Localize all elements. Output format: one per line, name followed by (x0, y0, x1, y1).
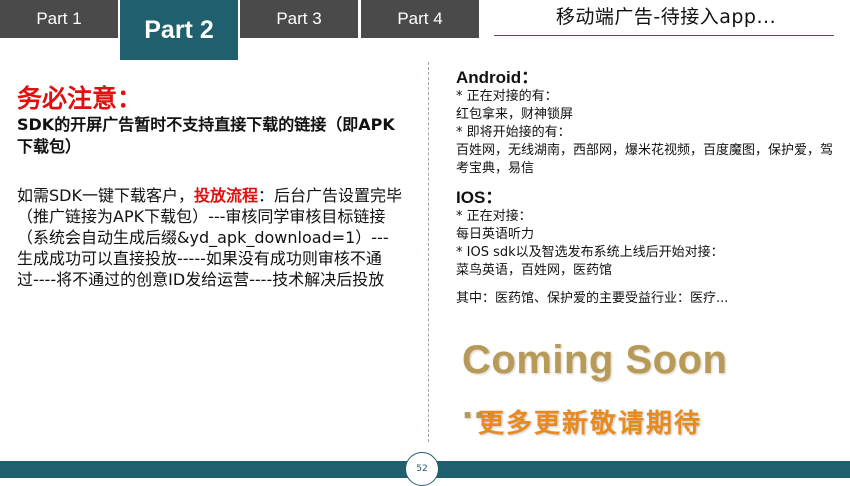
process-paragraph: 如需SDK一键下载客户，投放流程：后台广告设置完毕（推广链接为APK下载包）--… (17, 185, 402, 290)
tab-part-1[interactable]: Part 1 (0, 0, 118, 38)
page-number-badge: 52 (405, 452, 439, 486)
page-title: 移动端广告-待接入app... (555, 6, 777, 28)
left-panel: 务必注意： SDK的开屏广告暂时不支持直接下载的链接（即APK下载包） 如需SD… (17, 84, 402, 290)
header: 移动端广告-待接入app... (482, 0, 850, 40)
ios-line: * IOS sdk以及智选发布系统上线后开始对接： (456, 245, 724, 260)
more-updates-text: 更多更新敬请期待 (478, 409, 703, 439)
tab-part-2[interactable]: Part 2 (120, 0, 238, 60)
android-line: 红包拿来，财神锁屏 (456, 107, 574, 122)
warning-body: SDK的开屏广告暂时不支持直接下载的链接（即APK下载包） (17, 115, 395, 156)
android-line: * 正在对接的有： (456, 89, 558, 104)
ios-line: 每日英语听力 (456, 227, 535, 242)
industry-note: 其中：医药馆、保护爱的主要受益行业：医疗... (456, 291, 729, 306)
title-underline (494, 35, 834, 36)
ios-line: 菜鸟英语，百姓网，医药馆 (456, 263, 613, 278)
process-prefix: 如需SDK一键下载客户， (17, 186, 194, 205)
warning-title: 务必注意： (17, 85, 143, 113)
page-number: 52 (416, 464, 428, 474)
android-line: 百姓网，无线湖南，西部网，爆米花视频，百度魔图，保护爱，驾考宝典，易信 (456, 143, 834, 176)
process-highlight: 投放流程 (193, 186, 258, 205)
ios-title: IOS： (456, 188, 503, 207)
android-line: * 即将开始接的有： (456, 125, 571, 140)
tab-part-4[interactable]: Part 4 (361, 0, 479, 38)
right-panel: Android： * 正在对接的有： 红包拿来，财神锁屏 * 即将开始接的有： … (456, 68, 836, 308)
android-title: Android： (456, 68, 539, 87)
tab-part-3[interactable]: Part 3 (240, 0, 358, 38)
ios-line: * 正在对接： (456, 209, 532, 224)
column-divider (428, 62, 429, 442)
